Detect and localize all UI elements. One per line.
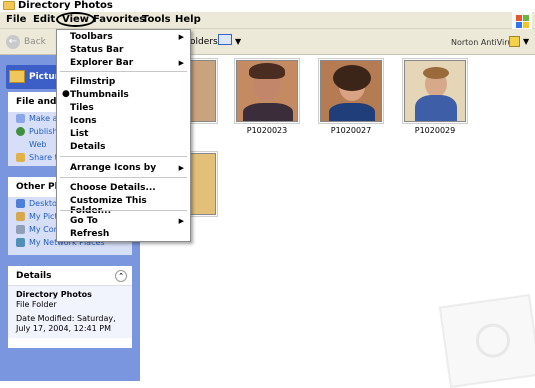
menu-tools[interactable]: Tools [142,14,171,25]
menu-help[interactable]: Help [175,14,201,25]
submenu-arrow-icon: ▶ [178,33,184,41]
place-label: My Cor [29,225,57,234]
menu-view[interactable]: View [56,12,96,27]
share-icon [16,153,25,162]
menu-bar: File Edit View Favorites Tools Help [0,12,535,29]
file-name[interactable]: P1020029 [400,126,470,135]
menu-item-go-to[interactable]: Go To [70,216,98,226]
my-computer-icon [16,225,25,234]
details-header-label: Details [16,271,52,281]
details-type: File Folder [16,300,57,309]
panel-header: Details ⌃ [8,266,132,286]
file-view: 22 P1020023 P1020027 P1020029 45 [140,55,535,388]
thumbnail[interactable] [234,58,300,124]
menu-item-tiles[interactable]: Tiles [70,103,94,113]
photo-image [404,60,466,122]
windows-logo-icon [512,12,532,29]
details-modified: Date Modified: Saturday, July 17, 2004, … [16,314,116,333]
back-button[interactable]: ← Back [6,35,46,49]
menu-item-list[interactable]: List [70,129,88,139]
menu-item-customize-folder[interactable]: Customize This Folder... [70,196,190,216]
make-folder-icon [16,114,25,123]
file-name[interactable]: P1020023 [232,126,302,135]
task-label: Share t [29,153,58,162]
submenu-arrow-icon: ▶ [178,217,184,225]
title-bar: Directory Photos [0,0,535,12]
views-button[interactable]: ▼ [218,34,242,50]
menu-favorites[interactable]: Favorites [93,14,145,25]
menu-item-details[interactable]: Details [70,142,105,152]
chevron-down-icon[interactable]: ▼ [523,37,529,46]
place-label: Deskto [29,199,57,208]
window-title: Directory Photos [18,0,113,11]
menu-file[interactable]: File [6,14,26,25]
submenu-arrow-icon: ▶ [178,164,184,172]
place-label: My Pict [29,212,58,221]
thumbnail[interactable] [402,58,468,124]
task-label: Web [29,140,47,149]
norton-antivirus-button[interactable]: Norton AntiVirus [451,38,517,47]
desktop-icon [16,199,25,208]
my-pictures-icon [16,212,25,221]
folders-button[interactable]: olders [190,37,218,47]
folder-watermark-icon [438,293,535,388]
photo-image [236,60,298,122]
globe-icon [16,127,25,136]
menu-separator [60,210,187,211]
task-label: Publish [29,127,58,136]
menu-item-status-bar[interactable]: Status Bar [70,45,123,55]
details-body: Directory Photos File Folder Date Modifi… [8,286,132,338]
menu-item-refresh[interactable]: Refresh [70,229,109,239]
view-menu-dropdown: Toolbars ▶ Status Bar Explorer Bar ▶ Fil… [56,29,191,242]
menu-item-arrange-icons-by[interactable]: Arrange Icons by [70,163,156,173]
back-label: Back [24,37,46,47]
back-arrow-icon: ← [6,35,20,49]
selected-bullet-icon: ● [62,89,70,99]
pictures-folder-icon [9,70,25,83]
views-grid-icon [218,34,232,45]
menu-item-icons[interactable]: Icons [70,116,97,126]
menu-edit[interactable]: Edit [33,14,55,25]
menu-item-thumbnails[interactable]: Thumbnails [70,90,129,100]
details-name: Directory Photos [16,290,92,299]
file-name[interactable]: P1020027 [316,126,386,135]
menu-separator [60,156,187,157]
collapse-icon[interactable]: ⌃ [115,270,127,282]
thumbnail[interactable] [318,58,384,124]
menu-item-toolbars[interactable]: Toolbars [70,32,113,42]
network-places-icon [16,238,25,247]
menu-item-filmstrip[interactable]: Filmstrip [70,77,115,87]
menu-separator [60,177,187,178]
photo-image [320,60,382,122]
submenu-arrow-icon: ▶ [178,59,184,67]
chevron-down-icon: ▼ [235,37,242,46]
folder-icon [3,1,15,10]
details-panel: Details ⌃ Directory Photos File Folder D… [8,266,132,348]
menu-item-choose-details[interactable]: Choose Details... [70,183,156,193]
menu-separator [60,71,187,72]
task-label: Make a [29,114,58,123]
norton-shield-icon[interactable] [509,36,520,47]
menu-item-explorer-bar[interactable]: Explorer Bar [70,58,133,68]
